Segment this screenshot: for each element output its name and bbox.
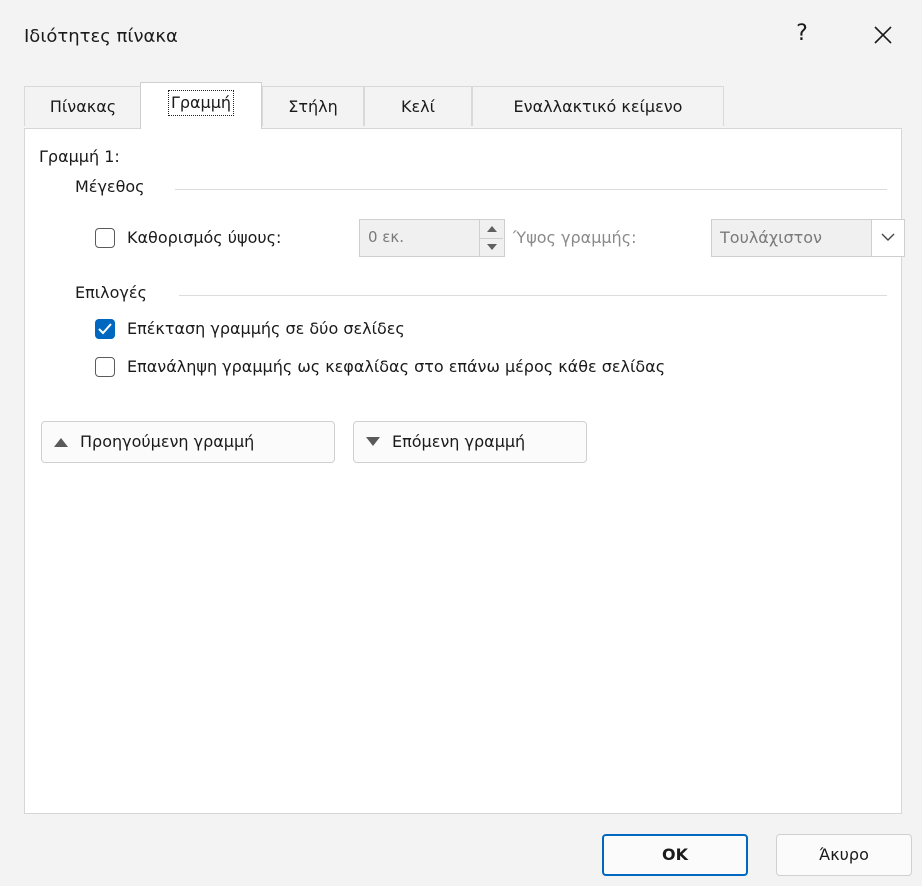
checkmark-icon (98, 323, 112, 335)
specify-height-checkbox[interactable] (95, 228, 115, 248)
height-spinner[interactable]: 0 εκ. (359, 219, 505, 257)
help-button[interactable]: ? (782, 14, 822, 54)
tab-row-label: Γραμμή (167, 90, 235, 116)
close-button[interactable] (858, 10, 908, 60)
tab-alt-text[interactable]: Εναλλακτικό κείμενο (472, 86, 724, 126)
allow-break-label[interactable]: Επέκταση γραμμής σε δύο σελίδες (127, 319, 405, 338)
tab-table[interactable]: Πίνακας (24, 86, 142, 126)
row-height-select[interactable]: Τουλάχιστον (711, 219, 905, 257)
options-group-divider (179, 295, 887, 296)
allow-break-checkbox[interactable] (95, 319, 115, 339)
chevron-up-icon (487, 226, 497, 232)
spinner-buttons (479, 220, 504, 256)
ok-button[interactable]: OK (602, 834, 748, 876)
title-bar: Ιδιότητες πίνακα ? (0, 0, 922, 82)
close-icon (874, 26, 892, 44)
previous-row-button[interactable]: Προηγούμενη γραμμή (41, 421, 335, 463)
tab-strip: Πίνακας Γραμμή Στήλη Κελί Εναλλακτικό κε… (24, 82, 904, 129)
tab-cell[interactable]: Κελί (364, 86, 472, 126)
row-heading: Γραμμή 1: (39, 147, 120, 166)
triangle-up-icon (54, 438, 68, 447)
spinner-down-button[interactable] (480, 238, 503, 256)
tab-column-label: Στήλη (288, 97, 338, 116)
table-properties-dialog: Ιδιότητες πίνακα ? Πίνακας Γραμμή Στήλη … (0, 0, 922, 886)
next-row-label: Επόμενη γραμμή (392, 432, 526, 451)
next-row-button[interactable]: Επόμενη γραμμή (353, 421, 587, 463)
tab-column[interactable]: Στήλη (262, 86, 364, 126)
tab-table-label: Πίνακας (49, 97, 117, 116)
options-group-label: Επιλογές (75, 283, 155, 302)
chevron-down-icon (487, 244, 497, 250)
chevron-down-icon (881, 233, 895, 241)
cancel-button[interactable]: Άκυρο (776, 834, 912, 876)
height-value: 0 εκ. (368, 228, 405, 246)
tab-row[interactable]: Γραμμή (140, 82, 262, 129)
size-group-label: Μέγεθος (75, 177, 153, 196)
row-height-option: Τουλάχιστον (720, 228, 822, 247)
repeat-header-label[interactable]: Επανάληψη γραμμής ως κεφαλίδας στο επάνω… (127, 357, 665, 376)
previous-row-label: Προηγούμενη γραμμή (80, 432, 255, 451)
spinner-up-button[interactable] (480, 220, 503, 239)
dialog-title: Ιδιότητες πίνακα (24, 26, 178, 47)
row-tab-panel: Γραμμή 1: Μέγεθος Καθορισμός ύψους: 0 εκ… (24, 128, 905, 814)
dropdown-button[interactable] (871, 220, 904, 256)
tab-alt-text-label: Εναλλακτικό κείμενο (513, 97, 683, 116)
tab-cell-label: Κελί (400, 97, 436, 116)
size-group-divider (175, 189, 887, 190)
repeat-header-checkbox[interactable] (95, 357, 115, 377)
row-height-label: Ύψος γραμμής: (513, 228, 637, 247)
specify-height-label[interactable]: Καθορισμός ύψους: (127, 228, 281, 247)
triangle-down-icon (366, 437, 380, 446)
